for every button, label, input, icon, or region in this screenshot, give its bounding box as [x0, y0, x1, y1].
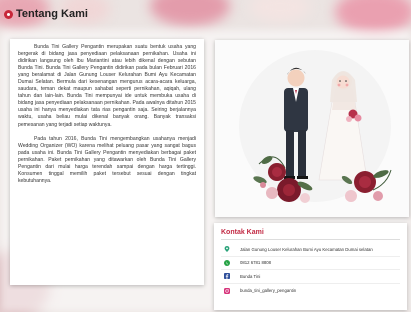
- location-icon: [224, 246, 230, 253]
- contact-address: Jalan Gunung Louser Kelurahan Bumi Ayu K…: [240, 246, 373, 252]
- contact-row-instagram[interactable]: bunda_tini_gallery_pengantin: [221, 284, 400, 298]
- about-paragraph: Pada tahun 2016, Bunda Tini mengembangka…: [18, 135, 196, 184]
- wedding-couple-image: [215, 40, 409, 217]
- contact-card: Kontak Kami Jalan Gunung Louser Keluraha…: [214, 223, 407, 310]
- section-title-text: Tentang Kami: [16, 8, 88, 20]
- instagram-icon: [224, 287, 230, 294]
- contact-row-address: Jalan Gunung Louser Kelurahan Bumi Ayu K…: [221, 243, 400, 257]
- wedding-couple-illustration: [215, 40, 409, 217]
- divider: [221, 239, 400, 240]
- contact-instagram[interactable]: bunda_tini_gallery_pengantin: [240, 288, 296, 293]
- contact-row-whatsapp[interactable]: 0812 6781 8808: [221, 257, 400, 271]
- facebook-icon: [224, 273, 230, 280]
- section-title: Tentang Kami: [4, 8, 88, 20]
- ring-icon: [4, 9, 13, 19]
- contact-row-facebook[interactable]: Bunda Tini: [221, 270, 400, 284]
- contact-facebook[interactable]: Bunda Tini: [240, 274, 260, 279]
- contact-title: Kontak Kami: [221, 229, 264, 236]
- whatsapp-icon: [224, 259, 230, 266]
- contact-phone[interactable]: 0812 6781 8808: [240, 260, 271, 265]
- about-card: Bunda Tini Gallery Pengantin merupakan s…: [10, 39, 204, 285]
- about-paragraph: Bunda Tini Gallery Pengantin merupakan s…: [18, 44, 196, 128]
